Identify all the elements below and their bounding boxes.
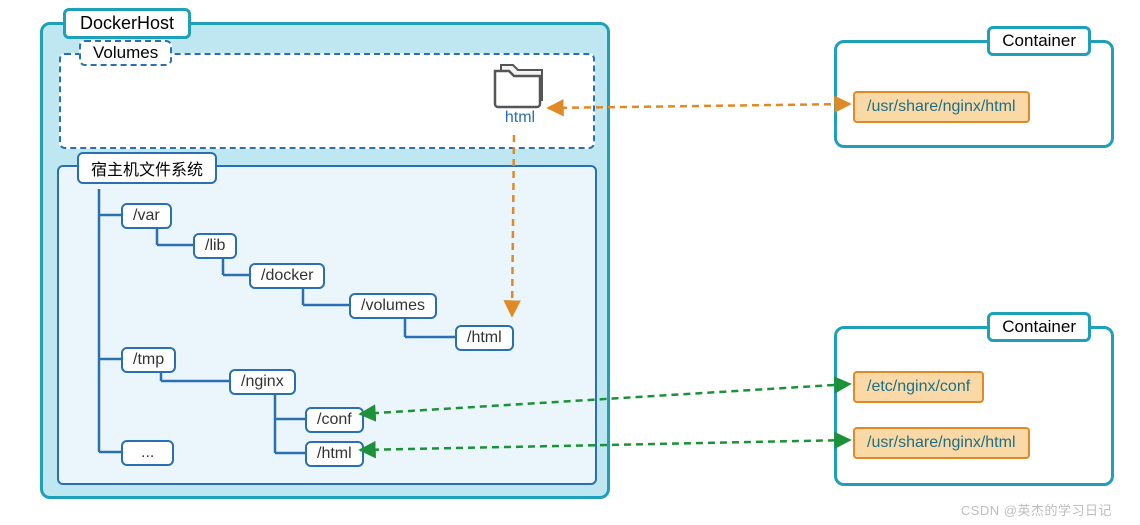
container-bottom-path-conf: /etc/nginx/conf xyxy=(853,371,984,403)
tree-node-volumes: /volumes xyxy=(349,293,437,319)
tree-node-ellipsis: ... xyxy=(121,440,174,466)
container-top-label: Container xyxy=(987,26,1091,56)
tree-node-conf: /conf xyxy=(305,407,364,433)
volume-folder: html xyxy=(485,61,555,127)
folder-icon xyxy=(489,61,551,111)
tree-node-html: /html xyxy=(305,441,364,467)
tree-node-var: /var xyxy=(121,203,172,229)
volume-folder-label: html xyxy=(485,109,555,127)
tree-node-lib: /lib xyxy=(193,233,237,259)
tree-node-docker: /docker xyxy=(249,263,325,289)
diagram-stage: DockerHost Volumes html 宿主机文件系统 xyxy=(0,0,1140,525)
container-bottom-box: Container /etc/nginx/conf /usr/share/ngi… xyxy=(834,326,1114,486)
dockerhost-label: DockerHost xyxy=(63,8,191,39)
tree-node-tmp: /tmp xyxy=(121,347,176,373)
container-bottom-path-html: /usr/share/nginx/html xyxy=(853,427,1030,459)
host-filesystem-box: 宿主机文件系统 xyxy=(57,165,597,485)
volumes-label: Volumes xyxy=(79,40,172,66)
tree-node-nginx: /nginx xyxy=(229,369,296,395)
container-top-box: Container /usr/share/nginx/html xyxy=(834,40,1114,148)
volumes-box: Volumes html xyxy=(59,53,595,149)
container-bottom-label: Container xyxy=(987,312,1091,342)
watermark-text: CSDN @英杰的学习日记 xyxy=(961,500,1112,519)
container-top-path: /usr/share/nginx/html xyxy=(853,91,1030,123)
tree-node-html-vol: /html xyxy=(455,325,514,351)
dockerhost-box: DockerHost Volumes html 宿主机文件系统 xyxy=(40,22,610,499)
